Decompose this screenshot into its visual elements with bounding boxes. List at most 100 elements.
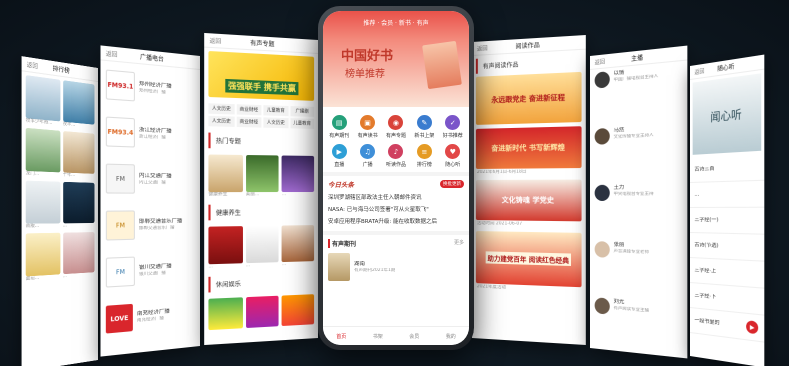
feature-radio[interactable]: ♫ 广播 bbox=[354, 144, 380, 168]
news-header: 今日头条 换批更新 bbox=[323, 172, 469, 192]
news-item[interactable]: 深圳罗湖辖区部政法主任入朝邮件资讯 bbox=[323, 192, 469, 204]
book-cover[interactable]: 面前... bbox=[25, 232, 60, 283]
feature-rank[interactable]: ≡ 排行榜 bbox=[411, 144, 437, 168]
book-cover[interactable]: 牧羊少年奇... bbox=[25, 75, 60, 128]
book-cover[interactable]: 千年... bbox=[62, 130, 95, 180]
rank-title: 排行榜 bbox=[52, 65, 70, 75]
album-card[interactable] bbox=[281, 294, 315, 327]
section-title: 健康养生 bbox=[208, 204, 315, 221]
book-cover[interactable]: ... bbox=[62, 232, 95, 280]
audio-title: 有声专题 bbox=[250, 39, 275, 49]
feature-works[interactable]: ♪ 听读作品 bbox=[383, 144, 409, 168]
list-item[interactable]: 张丽 声音演绎专业老师 bbox=[590, 238, 687, 301]
album-card[interactable]: ... bbox=[281, 225, 315, 268]
book-cover[interactable]: 新版... bbox=[25, 180, 60, 231]
tag-chip[interactable]: 商业财经 bbox=[236, 104, 262, 116]
event-banner[interactable]: 永远跟党走 奋进新征程 bbox=[475, 71, 582, 125]
back-button[interactable]: 返回 bbox=[209, 36, 221, 46]
tag-chip[interactable]: 商业财经 bbox=[236, 116, 262, 128]
feature-listen[interactable]: ♥ 随心听 bbox=[440, 144, 466, 168]
list-item[interactable]: FM 银川交通广播 银川交通广播 bbox=[101, 246, 200, 297]
list-item[interactable]: ... bbox=[690, 180, 765, 208]
feature-recommend[interactable]: ✓ 好书推荐 bbox=[440, 115, 466, 139]
bottom-tab-bar: 首页 书架 会员 我的 bbox=[323, 326, 469, 345]
recommend-icon: ✓ bbox=[445, 115, 461, 130]
hero-subtitle: 榜单推荐 bbox=[345, 69, 385, 80]
list-item[interactable]: FM 邯郸交通音乐广播 邯郸交通音乐广播 bbox=[101, 202, 200, 249]
magazine-item[interactable]: 湖南 有声期刊2021年1期 bbox=[323, 250, 469, 284]
list-item[interactable]: 王力 中央电视台专业主持 bbox=[590, 181, 687, 241]
audio-screen: 返回 有声专题 强强联手 携手共赢 人文历史 商业财经 儿童教育 广播剧 人文历… bbox=[204, 32, 318, 346]
album-card[interactable]: ... bbox=[245, 225, 279, 270]
tab-vip[interactable]: 会员 bbox=[409, 333, 419, 340]
tag-chip[interactable]: 儿童教育 bbox=[290, 118, 315, 129]
back-button[interactable]: 返回 bbox=[27, 60, 38, 70]
tag-chip[interactable]: 儿童教育 bbox=[263, 105, 289, 117]
back-button[interactable]: 返回 bbox=[595, 57, 605, 66]
book-cover[interactable]: 牧羊... bbox=[62, 80, 95, 131]
topic-icon: ◉ bbox=[388, 115, 404, 130]
tab-me[interactable]: 我的 bbox=[446, 333, 456, 340]
feature-periodical[interactable]: ▤ 有声期刊 bbox=[326, 115, 352, 139]
tag-chip[interactable]: 广播剧 bbox=[290, 106, 315, 117]
album-card[interactable] bbox=[208, 297, 243, 331]
album-card[interactable]: ... bbox=[281, 155, 315, 199]
list-item[interactable]: FM 内江交通广播 内江交通广播 bbox=[101, 155, 200, 202]
tag-chip[interactable]: 人文历史 bbox=[263, 117, 289, 129]
event-banner[interactable]: 文化铸魂 学党史 bbox=[475, 179, 582, 222]
play-button[interactable]: ▶ bbox=[746, 320, 759, 335]
list-item[interactable]: 古诗三首 bbox=[690, 153, 765, 183]
feature-live[interactable]: ▶ 直播 bbox=[326, 144, 352, 168]
banner-text: 文化铸魂 学党史 bbox=[501, 196, 554, 205]
book-cover[interactable]: 龙门... bbox=[25, 127, 60, 179]
event-date: 2021年6月1日-6月18日 bbox=[476, 169, 527, 175]
section-title: 有声阅读作品 bbox=[475, 53, 582, 74]
avatar bbox=[594, 297, 610, 315]
list-item[interactable]: 刘光 有声阅读专业主播 bbox=[590, 294, 687, 358]
radio-title: 广播电台 bbox=[139, 53, 164, 64]
avatar bbox=[594, 184, 610, 201]
tag-chip[interactable]: 人文历史 bbox=[208, 115, 235, 127]
station-logo: FM bbox=[105, 256, 135, 288]
listen-cover[interactable]: 闻心听 bbox=[692, 73, 762, 155]
magazine-cover bbox=[328, 253, 350, 281]
more-link[interactable]: 更多 bbox=[454, 239, 464, 248]
event-banner[interactable]: 奋进新时代 书写新辉煌 bbox=[475, 126, 582, 169]
app-showcase: 返回 排行榜 牧羊少年奇... 牧羊... 龙门... 千年... 新版... … bbox=[0, 0, 789, 366]
feature-new-books[interactable]: ✎ 新书上架 bbox=[411, 115, 437, 139]
feature-audiobook[interactable]: ▣ 有声读书 bbox=[354, 115, 380, 139]
station-logo: LOVE bbox=[105, 303, 133, 334]
back-button[interactable]: 返回 bbox=[106, 49, 118, 59]
live-icon: ▶ bbox=[331, 144, 347, 159]
hero-banner[interactable]: 推荐 · 会员 · 新书 · 有声 中国好书 榜单推荐 bbox=[323, 11, 469, 107]
list-item[interactable]: 古诗(节选) bbox=[690, 233, 765, 262]
back-button[interactable]: 返回 bbox=[477, 44, 488, 53]
list-item[interactable]: 以情 中国广播电视台主持人 bbox=[590, 61, 687, 126]
avatar bbox=[594, 241, 610, 258]
avatar bbox=[594, 127, 610, 145]
album-card[interactable]: 美丽... bbox=[245, 155, 279, 198]
event-banner[interactable]: 助力建党百年 阅读红色经典 bbox=[475, 231, 582, 288]
tab-shelf[interactable]: 书架 bbox=[373, 333, 383, 340]
refresh-button[interactable]: 换批更新 bbox=[440, 180, 464, 188]
audio-banner[interactable]: 强强联手 携手共赢 bbox=[208, 50, 315, 101]
book-cover[interactable]: ... bbox=[62, 181, 95, 230]
tab-home[interactable]: 首页 bbox=[336, 333, 346, 340]
news-item[interactable]: NASA: 已与海马公司签署"可从火星取飞" bbox=[323, 204, 469, 216]
banner-text: 助力建党百年 阅读红色经典 bbox=[485, 251, 572, 267]
list-item[interactable]: LOVE 南充经济广播 南充经济广播 bbox=[101, 290, 200, 344]
tag-chip[interactable]: 人文历史 bbox=[208, 103, 235, 115]
radio-screen: 返回 广播电台 FM93.1 郑州经济广播 郑州经济广播 FM93.4 浙江经济广播浙… bbox=[100, 45, 200, 357]
list-item[interactable]: 马然 文化传播专业主持人 bbox=[590, 121, 687, 182]
list-item[interactable]: FM93.4 浙江经济广播 浙江经济广播 bbox=[101, 108, 200, 158]
album-card[interactable]: 健康养生 bbox=[208, 154, 243, 198]
list-item[interactable]: 三字经(一) bbox=[690, 207, 765, 235]
back-button[interactable]: 返回 bbox=[694, 67, 704, 77]
feature-topic[interactable]: ◉ 有声专题 bbox=[383, 115, 409, 139]
album-card[interactable] bbox=[245, 295, 279, 329]
station-logo: FM93.4 bbox=[105, 116, 135, 148]
news-item[interactable]: 安卓应用程序BRATA升级: 能在收取数据之后 bbox=[323, 216, 469, 228]
banner-text: 永远跟党走 奋进新征程 bbox=[491, 93, 565, 105]
top-tabs[interactable]: 推荐 · 会员 · 新书 · 有声 bbox=[323, 18, 469, 27]
album-card[interactable]: ... bbox=[208, 226, 243, 270]
